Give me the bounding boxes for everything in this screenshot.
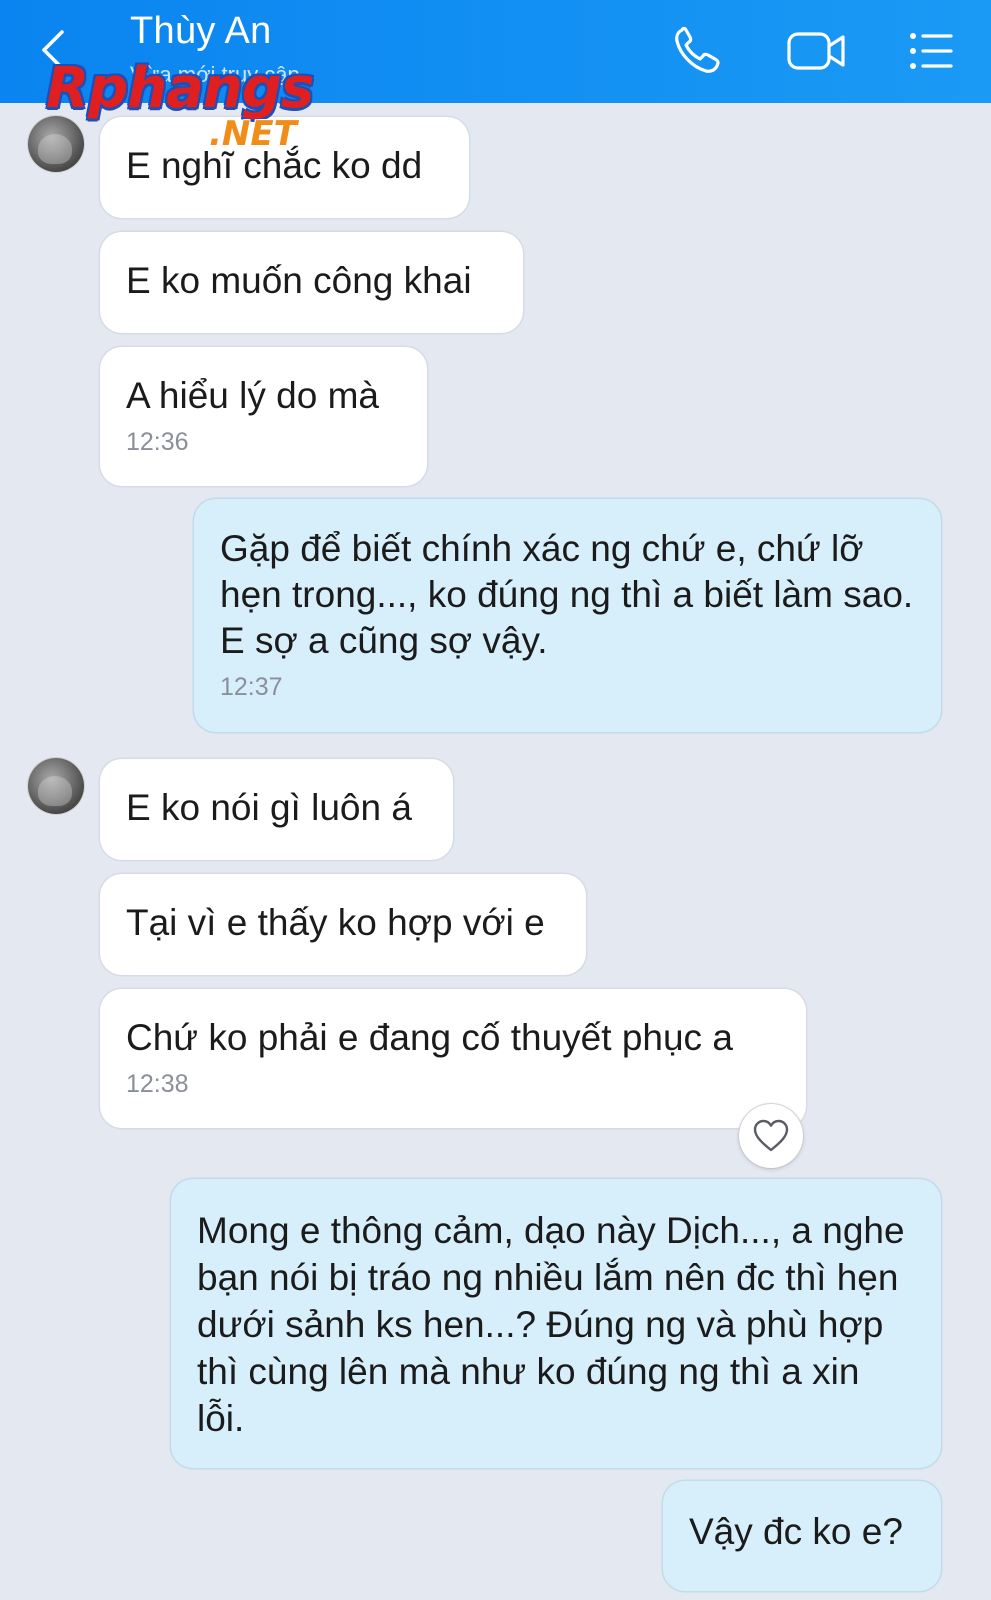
message-text: E nghĩ chắc ko dd xyxy=(126,145,423,186)
phone-icon xyxy=(675,26,720,73)
video-call-button[interactable] xyxy=(786,22,850,80)
chevron-left-icon xyxy=(42,30,64,70)
message-text: Gặp để biết chính xác ng chứ e, chứ lỡ h… xyxy=(220,528,924,661)
message-timestamp: 12:38 xyxy=(126,1070,189,1098)
message-timestamp: 12:36 xyxy=(126,428,189,456)
message-text: Mong e thông cảm, dạo này Dịch..., a ngh… xyxy=(197,1210,915,1439)
contact-avatar[interactable] xyxy=(28,758,84,814)
message-text: Chứ ko phải e đang cố thuyết phục a xyxy=(126,1017,733,1058)
video-camera-icon xyxy=(787,32,845,70)
message-text: E ko nói gì luôn á xyxy=(126,787,412,828)
message-text: Tại vì e thấy ko hợp với e xyxy=(126,902,545,943)
contact-avatar[interactable] xyxy=(28,116,84,172)
list-menu-icon xyxy=(910,33,953,69)
chat-options-button[interactable] xyxy=(905,22,969,80)
message-bubble-incoming[interactable]: Chứ ko phải e đang cố thuyết phục a 12:3… xyxy=(100,989,806,1128)
back-button[interactable] xyxy=(30,22,80,78)
contact-status: Vừa mới truy cập xyxy=(130,62,300,87)
message-timestamp: 12:37 xyxy=(220,673,283,701)
react-heart-button[interactable] xyxy=(739,1104,803,1168)
message-bubble-outgoing[interactable]: Mong e thông cảm, dạo này Dịch..., a ngh… xyxy=(171,1179,941,1468)
call-button[interactable] xyxy=(668,22,732,80)
heart-icon xyxy=(753,1119,789,1152)
message-bubble-outgoing[interactable]: Gặp để biết chính xác ng chứ e, chứ lỡ h… xyxy=(194,499,941,732)
chat-header: Thùy An Vừa mới truy cập xyxy=(0,0,991,103)
message-text: E ko muốn công khai xyxy=(126,260,472,301)
contact-name[interactable]: Thùy An xyxy=(130,10,272,53)
message-bubble-incoming[interactable]: E nghĩ chắc ko dd xyxy=(100,117,469,218)
message-bubble-incoming[interactable]: A hiểu lý do mà 12:36 xyxy=(100,347,427,486)
message-bubble-incoming[interactable]: E ko muốn công khai xyxy=(100,232,523,333)
message-bubble-incoming[interactable]: Tại vì e thấy ko hợp với e xyxy=(100,874,586,975)
message-bubble-outgoing[interactable]: Vậy đc ko e? xyxy=(663,1481,941,1591)
message-text: Vậy đc ko e? xyxy=(689,1511,903,1552)
message-text: A hiểu lý do mà xyxy=(126,375,379,416)
message-bubble-incoming[interactable]: E ko nói gì luôn á xyxy=(100,759,453,860)
